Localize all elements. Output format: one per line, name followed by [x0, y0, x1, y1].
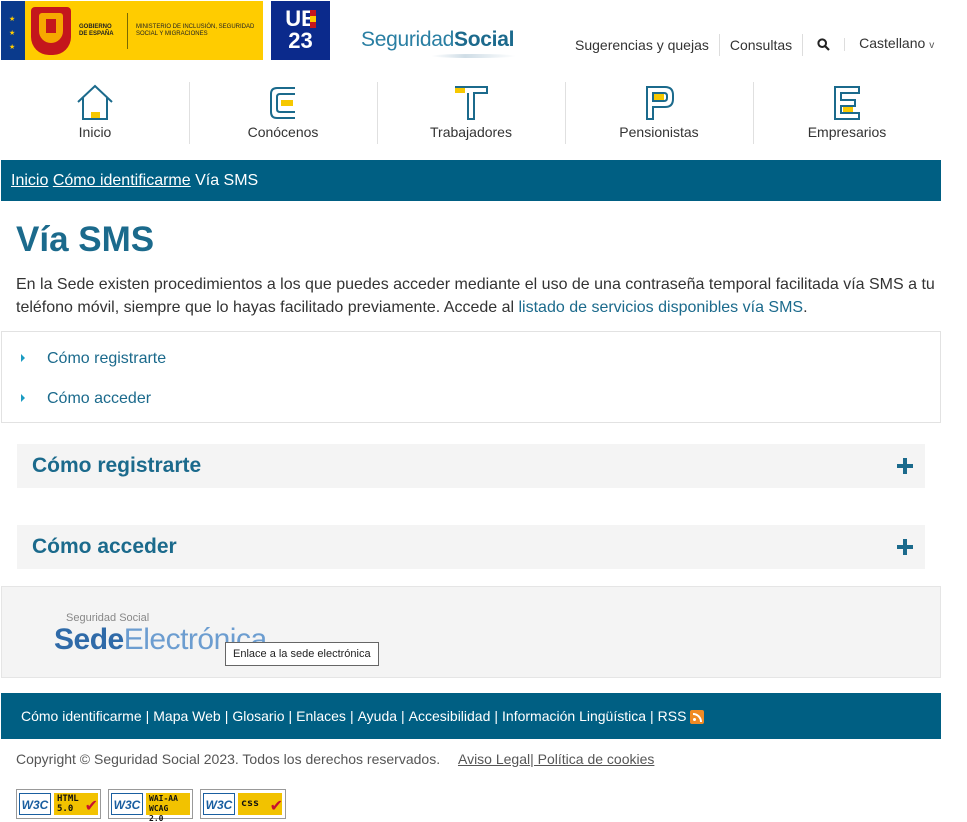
badge-line1: WAI-AA	[149, 794, 178, 803]
breadcrumb-current: Vía SMS	[195, 172, 259, 189]
accordion-register[interactable]: Cómo registrarte	[17, 444, 925, 488]
w3c-logo: W3C	[111, 793, 143, 815]
footer-separator: |	[349, 708, 354, 724]
sede-bold: Sede	[54, 623, 124, 656]
toc-item-register[interactable]: Cómo registrarte	[21, 350, 166, 368]
nav-item-empresarios[interactable]: Empresarios	[753, 80, 941, 144]
plus-icon[interactable]	[897, 539, 913, 555]
toc-item-access[interactable]: Cómo acceder	[21, 390, 151, 408]
toc-label: Cómo acceder	[47, 390, 152, 407]
caret-right-icon	[21, 354, 25, 362]
badge-tag: WAI-AA WCAG 2.0	[146, 793, 190, 822]
nav-label: Empresarios	[807, 124, 887, 140]
nav-item-trabajadores[interactable]: Trabajadores	[377, 80, 565, 144]
footer-link-rss[interactable]: RSS	[658, 708, 705, 724]
letter-p-icon	[646, 86, 674, 120]
breadcrumb: Inicio Cómo identificarme Vía SMS	[1, 160, 941, 201]
w3c-logo: W3C	[203, 793, 235, 815]
letter-c-icon	[270, 87, 295, 119]
seguridad-social-logo[interactable]: SeguridadSocial	[361, 28, 516, 58]
breadcrumb-parent-link[interactable]: Cómo identificarme	[53, 172, 191, 189]
footer-link-info-linguistica[interactable]: Información Lingüística	[502, 708, 646, 724]
badge-line1: HTML	[57, 794, 79, 804]
footer-link-identificarme[interactable]: Cómo identificarme	[21, 708, 142, 724]
intro-end: .	[803, 299, 808, 316]
language-selector[interactable]: Castellano v	[845, 32, 934, 57]
gov-text: GOBIERNO DE ESPAÑA	[79, 23, 114, 37]
footer-link-glosario[interactable]: Glosario	[232, 708, 284, 724]
caret-right-icon	[21, 394, 25, 402]
rss-icon	[690, 710, 705, 724]
footer-separator: |	[288, 708, 293, 724]
language-label: Castellano	[859, 35, 926, 51]
toc-label: Cómo registrarte	[47, 350, 167, 367]
nav-label: Pensionistas	[619, 124, 699, 140]
ue23-logo[interactable]: UE 23	[271, 1, 330, 60]
footer-link-mapa-web[interactable]: Mapa Web	[153, 708, 220, 724]
footer-link-enlaces[interactable]: Enlaces	[296, 708, 346, 724]
ue-year: 23	[288, 28, 313, 53]
site-header: ★ ★ ★ GOBIERNO DE ESPAÑA MINISTERIO DE I…	[0, 0, 967, 75]
sede-tooltip: Enlace a la sede electrónica	[225, 642, 379, 666]
footer-separator: |	[494, 708, 499, 724]
chevron-down-icon: v	[929, 40, 935, 51]
logo-divider	[127, 12, 128, 49]
checkmark-icon: ✔	[84, 798, 98, 815]
ss-logo-light: Seguridad	[361, 28, 455, 51]
main-nav: Inicio Conócenos Trabajadores Pensionist…	[1, 80, 941, 146]
nav-label: Trabajadores	[430, 124, 512, 140]
footer-links-bar: Cómo identificarme | Mapa Web | Glosario | Enl…	[1, 693, 941, 739]
nav-item-pensionistas[interactable]: Pensionistas	[565, 80, 753, 144]
accordion-title: Cómo acceder	[32, 535, 177, 558]
utility-links: Sugerencias y quejas Consultas Castellan…	[565, 32, 934, 57]
accordion-access[interactable]: Cómo acceder	[17, 525, 925, 569]
suggestions-link[interactable]: Sugerencias y quejas	[565, 33, 720, 56]
nav-item-inicio[interactable]: Inicio	[1, 80, 189, 144]
letter-t-icon	[455, 86, 488, 120]
nav-item-conocenos[interactable]: Conócenos	[189, 80, 377, 144]
search-icon	[817, 38, 830, 51]
w3c-logo: W3C	[19, 793, 51, 815]
footer-separator: |	[224, 708, 229, 724]
badge-line2: WCAG 2.0	[149, 804, 169, 822]
intro-paragraph: En la Sede existen procedimientos a los …	[16, 273, 936, 319]
plus-icon[interactable]	[897, 458, 913, 474]
home-icon	[77, 84, 113, 120]
search-button[interactable]	[803, 38, 846, 51]
page-title: Vía SMS	[16, 220, 155, 259]
spain-flag-icon	[310, 10, 316, 28]
ue-text: UE	[285, 6, 316, 31]
footer-link-accesibilidad[interactable]: Accesibilidad	[409, 708, 491, 724]
footer-separator: |	[401, 708, 405, 724]
w3c-html5-badge[interactable]: W3C HTML 5.0 ✔	[16, 789, 101, 819]
breadcrumb-home-link[interactable]: Inicio	[11, 172, 48, 189]
nav-label: Conócenos	[247, 124, 319, 140]
badge-line2: 5.0	[57, 804, 74, 814]
w3c-css-badge[interactable]: W3C css ✔	[200, 789, 286, 819]
logo-swoosh	[431, 54, 516, 58]
copyright-text: Copyright © Seguridad Social 2023. Todos…	[16, 751, 441, 767]
accordion-title: Cómo registrarte	[32, 454, 202, 477]
table-of-contents: Cómo registrarte Cómo acceder	[1, 331, 941, 423]
queries-link[interactable]: Consultas	[720, 33, 804, 56]
cookies-policy-link[interactable]: | Política de cookies	[530, 751, 654, 767]
w3c-badges: W3C HTML 5.0 ✔ W3C WAI-AA WCAG 2.0 W3C css…	[16, 789, 286, 822]
footer-separator: |	[145, 708, 150, 724]
footer-link-ayuda[interactable]: Ayuda	[358, 708, 397, 724]
ss-logo-bold: Social	[454, 28, 515, 51]
sms-services-link[interactable]: listado de servicios disponibles vía SMS	[519, 299, 804, 316]
w3c-wcag-badge[interactable]: W3C WAI-AA WCAG 2.0	[108, 789, 193, 822]
checkmark-icon: ✔	[269, 798, 283, 815]
eu-flag-icon: ★ ★ ★	[1, 1, 25, 60]
footer-separator: |	[650, 708, 654, 724]
letter-e-icon	[834, 86, 860, 120]
legal-notice-link[interactable]: Aviso Legal	[458, 751, 530, 767]
rss-label: RSS	[657, 708, 687, 724]
nav-label: Inicio	[78, 124, 112, 140]
ministry-text: MINISTERIO DE INCLUSIÓN, SEGURIDAD SOCIA…	[136, 23, 255, 37]
copyright-line: Copyright © Seguridad Social 2023. Todos…	[16, 751, 654, 767]
coat-of-arms-icon	[31, 6, 71, 55]
sede-electronica-banner[interactable]: Seguridad Social SedeElectrónica	[1, 586, 941, 678]
gobierno-logo[interactable]: ★ ★ ★ GOBIERNO DE ESPAÑA MINISTERIO DE I…	[1, 1, 263, 60]
